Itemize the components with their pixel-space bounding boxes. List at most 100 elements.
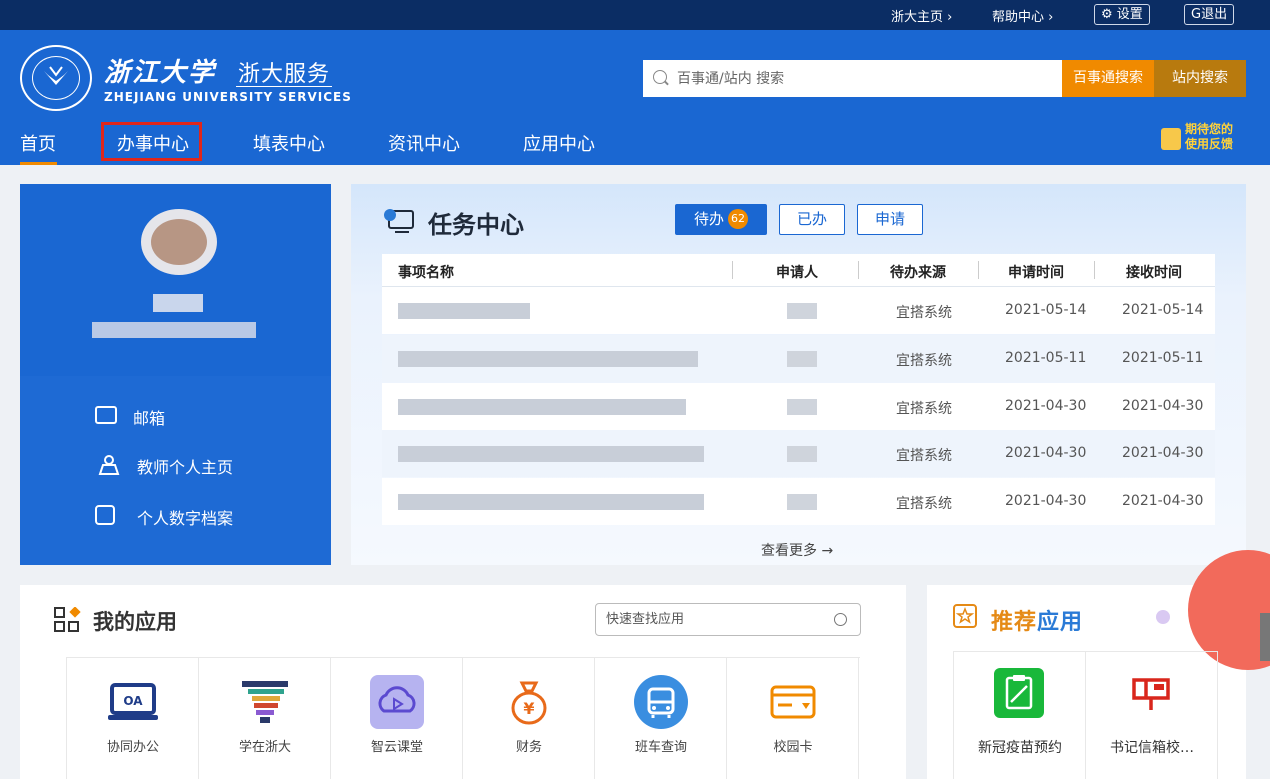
apps-grid-icon	[54, 607, 81, 632]
row-receive-time: 2021-04-30	[1122, 398, 1204, 414]
app-smart-cloud-class[interactable]: 智云课堂	[331, 658, 463, 779]
recommend-apps-grid: 新冠疫苗预约 书记信箱校…	[953, 651, 1218, 779]
row-source: 宜搭系统	[896, 448, 952, 464]
gear-icon: ⚙	[1101, 7, 1113, 22]
logout-icon: G	[1191, 7, 1202, 22]
col-apply-time: 申请时间	[1008, 265, 1064, 281]
row-apply-time: 2021-05-14	[1005, 302, 1087, 318]
logout-label: 退出	[1201, 7, 1228, 22]
help-center-label: 帮助中心	[992, 10, 1045, 25]
row-source: 宜搭系统	[896, 353, 952, 369]
row-apply-time: 2021-04-30	[1005, 493, 1087, 509]
mail-icon	[95, 406, 117, 424]
app-quick-search	[595, 603, 861, 636]
site-search-button[interactable]: 站内搜索	[1154, 60, 1246, 97]
table-row[interactable]: 宜搭系统 2021-04-30 2021-04-30	[382, 430, 1215, 477]
svg-text:¥: ¥	[523, 699, 534, 718]
nav-item-news-center[interactable]: 资讯中心	[388, 130, 460, 156]
item-name-blurred	[398, 399, 686, 415]
baishitong-search-button[interactable]: 百事通搜索	[1062, 60, 1154, 97]
tab-apply[interactable]: 申请	[857, 204, 923, 235]
row-receive-time: 2021-05-11	[1122, 350, 1204, 366]
teacher-homepage-label: 教师个人主页	[137, 458, 234, 477]
row-apply-time: 2021-04-30	[1005, 398, 1087, 414]
page-scrollbar[interactable]	[1260, 613, 1270, 661]
logo-divider	[236, 86, 332, 87]
app-learn-zju[interactable]: 学在浙大	[199, 658, 331, 779]
svg-text:OA: OA	[123, 694, 143, 708]
chevron-right-icon: ›	[1044, 10, 1054, 25]
feedback-icon	[1161, 128, 1181, 150]
decorative-dot	[1156, 610, 1170, 624]
help-center-link[interactable]: 帮助中心 ›	[992, 6, 1053, 25]
applicant-blurred	[787, 446, 817, 462]
app-bus-query[interactable]: 班车查询	[595, 658, 727, 779]
tab-done[interactable]: 已办	[779, 204, 845, 235]
task-monitor-icon	[384, 209, 414, 233]
eagle-icon	[44, 66, 68, 85]
app-label: 书记信箱校…	[1110, 740, 1194, 756]
tab-pending[interactable]: 待办 62	[675, 204, 767, 235]
search-box	[643, 60, 1063, 97]
app-label: 学在浙大	[238, 740, 291, 755]
archive-icon	[95, 505, 115, 525]
feedback-line1: 期待您的	[1185, 122, 1234, 136]
item-name-blurred	[398, 303, 530, 319]
app-label: 财务	[515, 740, 542, 755]
app-covid-vaccine[interactable]: 新冠疫苗预约	[954, 652, 1086, 779]
app-search-input[interactable]	[606, 604, 826, 635]
search-input[interactable]	[677, 60, 1057, 97]
zju-home-label: 浙大主页	[891, 10, 944, 25]
applicant-blurred	[787, 303, 817, 319]
app-oa[interactable]: OA 协同办公	[67, 658, 199, 779]
learn-zju-icon	[242, 681, 288, 723]
logo-english-name: ZHEJIANG UNIVERSITY SERVICES	[104, 90, 352, 104]
row-source: 宜搭系统	[896, 305, 952, 321]
app-label: 协同办公	[106, 740, 159, 755]
view-more-link[interactable]: 查看更多 →	[761, 540, 833, 560]
task-center-title: 任务中心	[428, 211, 524, 239]
table-row[interactable]: 宜搭系统 2021-05-11 2021-05-11	[382, 335, 1215, 382]
university-emblem-logo[interactable]	[20, 45, 92, 111]
table-row[interactable]: 宜搭系统 2021-04-30 2021-04-30	[382, 478, 1215, 525]
nav-item-home[interactable]: 首页	[20, 130, 56, 156]
col-item-name: 事项名称	[398, 265, 454, 281]
teacher-icon	[98, 455, 120, 475]
user-name-blurred	[153, 294, 203, 312]
tab-pending-label: 待办	[693, 210, 724, 228]
feedback-button[interactable]: 期待您的 使用反馈	[1155, 122, 1247, 158]
app-finance[interactable]: ¥ 财务	[463, 658, 595, 779]
logout-button[interactable]: G退出	[1184, 4, 1235, 25]
app-label: 新冠疫苗预约	[978, 740, 1062, 756]
settings-button[interactable]: ⚙ 设置	[1094, 4, 1150, 25]
app-label: 校园卡	[773, 740, 813, 755]
app-label: 智云课堂	[370, 740, 423, 755]
applicant-blurred	[787, 494, 817, 510]
settings-label: 设置	[1116, 7, 1143, 22]
site-header: 浙江大学 浙大服务 ZHEJIANG UNIVERSITY SERVICES 百…	[0, 30, 1270, 165]
row-receive-time: 2021-05-14	[1122, 302, 1204, 318]
nav-highlight-box	[101, 122, 202, 161]
row-source: 宜搭系统	[896, 496, 952, 512]
app-secretary-mailbox[interactable]: 书记信箱校…	[1086, 652, 1218, 779]
money-bag-icon: ¥	[511, 681, 547, 725]
app-campus-card[interactable]: 校园卡	[727, 658, 859, 779]
table-row[interactable]: 宜搭系统 2021-05-14 2021-05-14	[382, 287, 1215, 334]
cloud-play-icon	[370, 675, 424, 729]
chevron-right-icon: ›	[943, 10, 953, 25]
logo-service-name: 浙大服务	[238, 62, 331, 87]
campus-card-icon	[770, 685, 816, 719]
row-source: 宜搭系统	[896, 401, 952, 417]
search-icon[interactable]	[834, 613, 847, 626]
user-info-blurred	[92, 322, 256, 338]
vaccine-icon	[994, 668, 1044, 718]
row-receive-time: 2021-04-30	[1122, 493, 1204, 509]
oa-laptop-icon: OA	[108, 683, 158, 720]
recommend-title: 推荐应用	[991, 604, 1083, 636]
nav-item-form-center[interactable]: 填表中心	[253, 130, 325, 156]
nav-item-app-center[interactable]: 应用中心	[523, 130, 595, 156]
table-row[interactable]: 宜搭系统 2021-04-30 2021-04-30	[382, 383, 1215, 430]
avatar[interactable]	[141, 209, 217, 275]
recommend-title-b: 应用	[1037, 610, 1084, 635]
zju-home-link[interactable]: 浙大主页 ›	[891, 6, 952, 25]
